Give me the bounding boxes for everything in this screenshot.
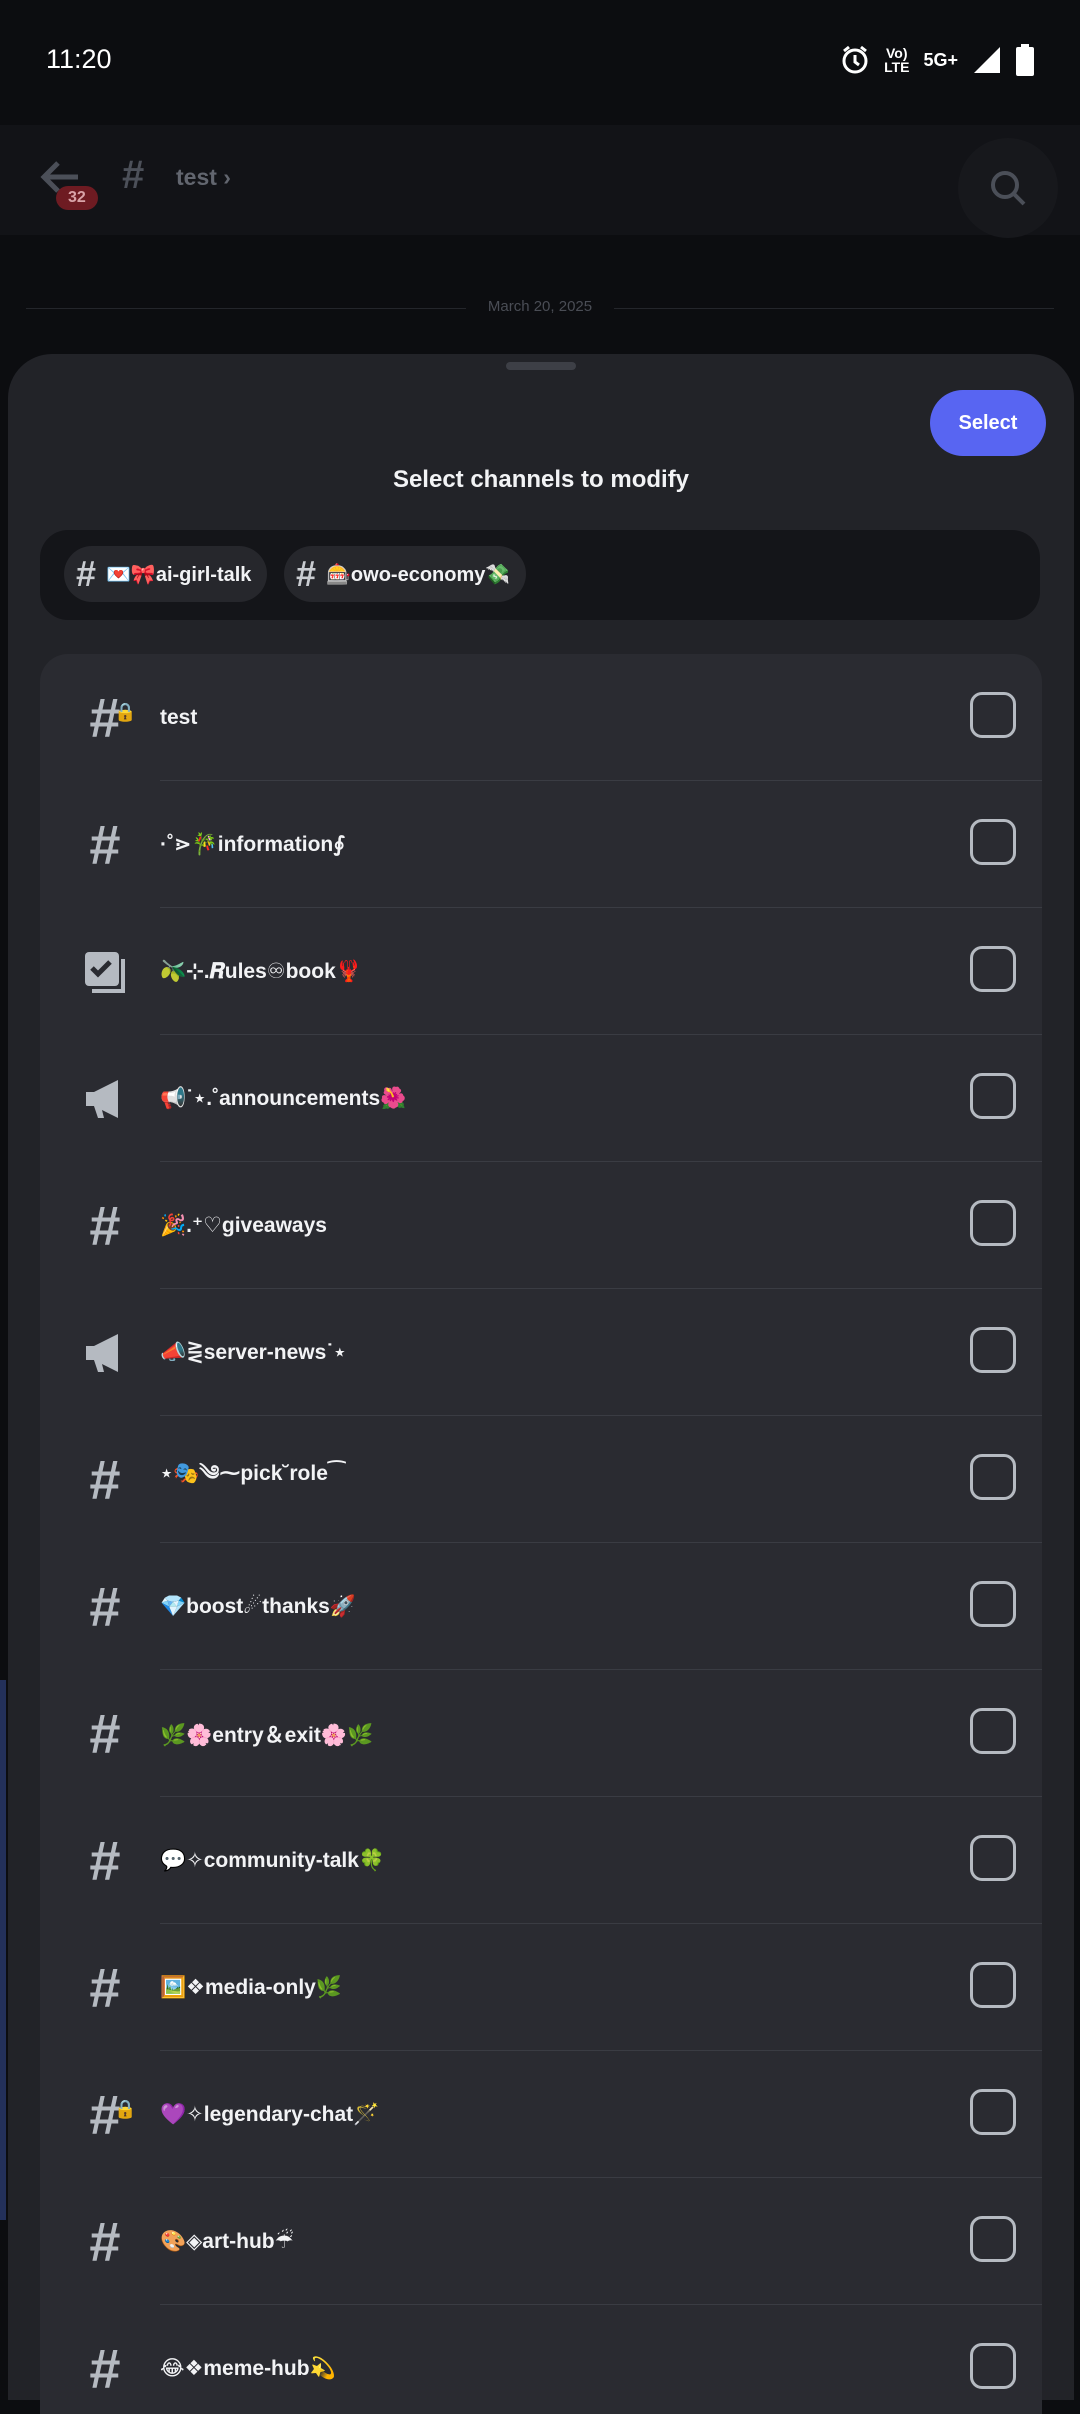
channel-row[interactable]: # 🎨◈art-hub☔ [40, 2178, 1042, 2305]
hash-icon: # [89, 1955, 121, 2019]
channel-row[interactable]: # 🔒 💜✧legendary-chat🪄 [40, 2051, 1042, 2178]
battery-icon [1016, 44, 1034, 76]
sheet-title: Select channels to modify [392, 466, 690, 493]
hash-icon: # [89, 1447, 121, 1511]
channel-checkbox[interactable] [970, 946, 1016, 992]
channel-row[interactable]: # 🖼️❖media-only🌿 [40, 1924, 1042, 2051]
channel-row[interactable]: # ·˚⋗🎋information∮ [40, 781, 1042, 908]
channel-list: # 🔒 test # ·˚⋗🎋information∮ 🫒⊹.𝑹ules♾book… [40, 654, 1042, 2414]
hash-icon: # [89, 1701, 121, 1765]
channel-row[interactable]: 📣⋛server-news˙⋆ [40, 1289, 1042, 1416]
rules-icon [80, 908, 130, 1035]
status-bar: 11:20 Vo) LTE 5G+ [0, 0, 1080, 125]
hash-icon: # [89, 2336, 121, 2400]
selected-channels-bar: # 💌🎀ai-girl-talk # 🎰owo-economy💸 [40, 530, 1040, 620]
channel-checkbox[interactable] [970, 1073, 1016, 1119]
selected-chip[interactable]: # 🎰owo-economy💸 [284, 546, 527, 602]
channel-checkbox[interactable] [970, 1581, 1016, 1627]
alarm-icon [842, 45, 868, 74]
select-channels-sheet: Select Select channels to modify # 💌🎀ai-… [8, 354, 1074, 2414]
select-button[interactable]: Select [930, 390, 1046, 456]
network-type: 5G+ [923, 50, 958, 70]
channel-checkbox[interactable] [970, 692, 1016, 738]
selected-chip[interactable]: # 💌🎀ai-girl-talk [64, 546, 268, 602]
channel-checkbox[interactable] [970, 2089, 1016, 2135]
channel-row[interactable]: 📢˙⋆.˚announcements🌺 [40, 1035, 1042, 1162]
hash-icon: # [89, 1574, 121, 1638]
channel-hash-icon: # [122, 153, 145, 197]
channel-header [0, 125, 1080, 235]
hash-icon: # [76, 553, 97, 594]
hash-icon: # [296, 553, 317, 594]
signal-icon [974, 47, 1000, 73]
drag-handle[interactable] [506, 362, 576, 370]
hash-lock-icon: # 🔒 [89, 685, 137, 749]
volte-indicator: Vo) LTE [884, 45, 910, 75]
channel-row[interactable]: # 🎉.⁺♡giveaways [40, 1162, 1042, 1289]
channel-checkbox[interactable] [970, 2343, 1016, 2389]
announcement-icon [80, 1035, 130, 1162]
channel-checkbox[interactable] [970, 1454, 1016, 1500]
date-divider: March 20, 2025 [0, 298, 1080, 315]
channel-title[interactable]: test › [176, 164, 231, 191]
channel-row[interactable]: # 🌿🌸entry＆exit🌸🌿 [40, 1670, 1042, 1797]
status-icons: Vo) LTE 5G+ [840, 44, 1034, 76]
background-edge [0, 1680, 6, 2220]
search-icon [991, 171, 1026, 206]
channel-checkbox[interactable] [970, 1200, 1016, 1246]
channel-checkbox[interactable] [970, 819, 1016, 865]
channel-row[interactable]: # 💬✧community-talk🍀 [40, 1797, 1042, 1924]
channel-checkbox[interactable] [970, 1327, 1016, 1373]
status-time: 11:20 [46, 44, 112, 74]
channel-row[interactable]: # ⋆🎭༄⁓pick˘role⁀ [40, 1416, 1042, 1543]
announcement-icon [80, 1289, 130, 1416]
hash-icon: # [89, 1193, 121, 1257]
channel-row[interactable]: # 😂❖meme-hub💫 [40, 2305, 1042, 2414]
channel-checkbox[interactable] [970, 1962, 1016, 2008]
unread-badge: 32 [56, 186, 98, 210]
hash-lock-icon: # 🔒 [89, 2082, 137, 2146]
channel-checkbox[interactable] [970, 1835, 1016, 1881]
channel-checkbox[interactable] [970, 2216, 1016, 2262]
channel-row[interactable]: 🫒⊹.𝑹ules♾book🦞 [40, 908, 1042, 1035]
hash-icon: # [89, 2209, 121, 2273]
channel-row[interactable]: # 🔒 test [40, 654, 1042, 781]
hash-icon: # [89, 1828, 121, 1892]
channel-checkbox[interactable] [970, 1708, 1016, 1754]
search-button[interactable] [958, 138, 1058, 238]
channel-row[interactable]: # 💎boost☄thanks🚀 [40, 1543, 1042, 1670]
hash-icon: # [89, 812, 121, 876]
